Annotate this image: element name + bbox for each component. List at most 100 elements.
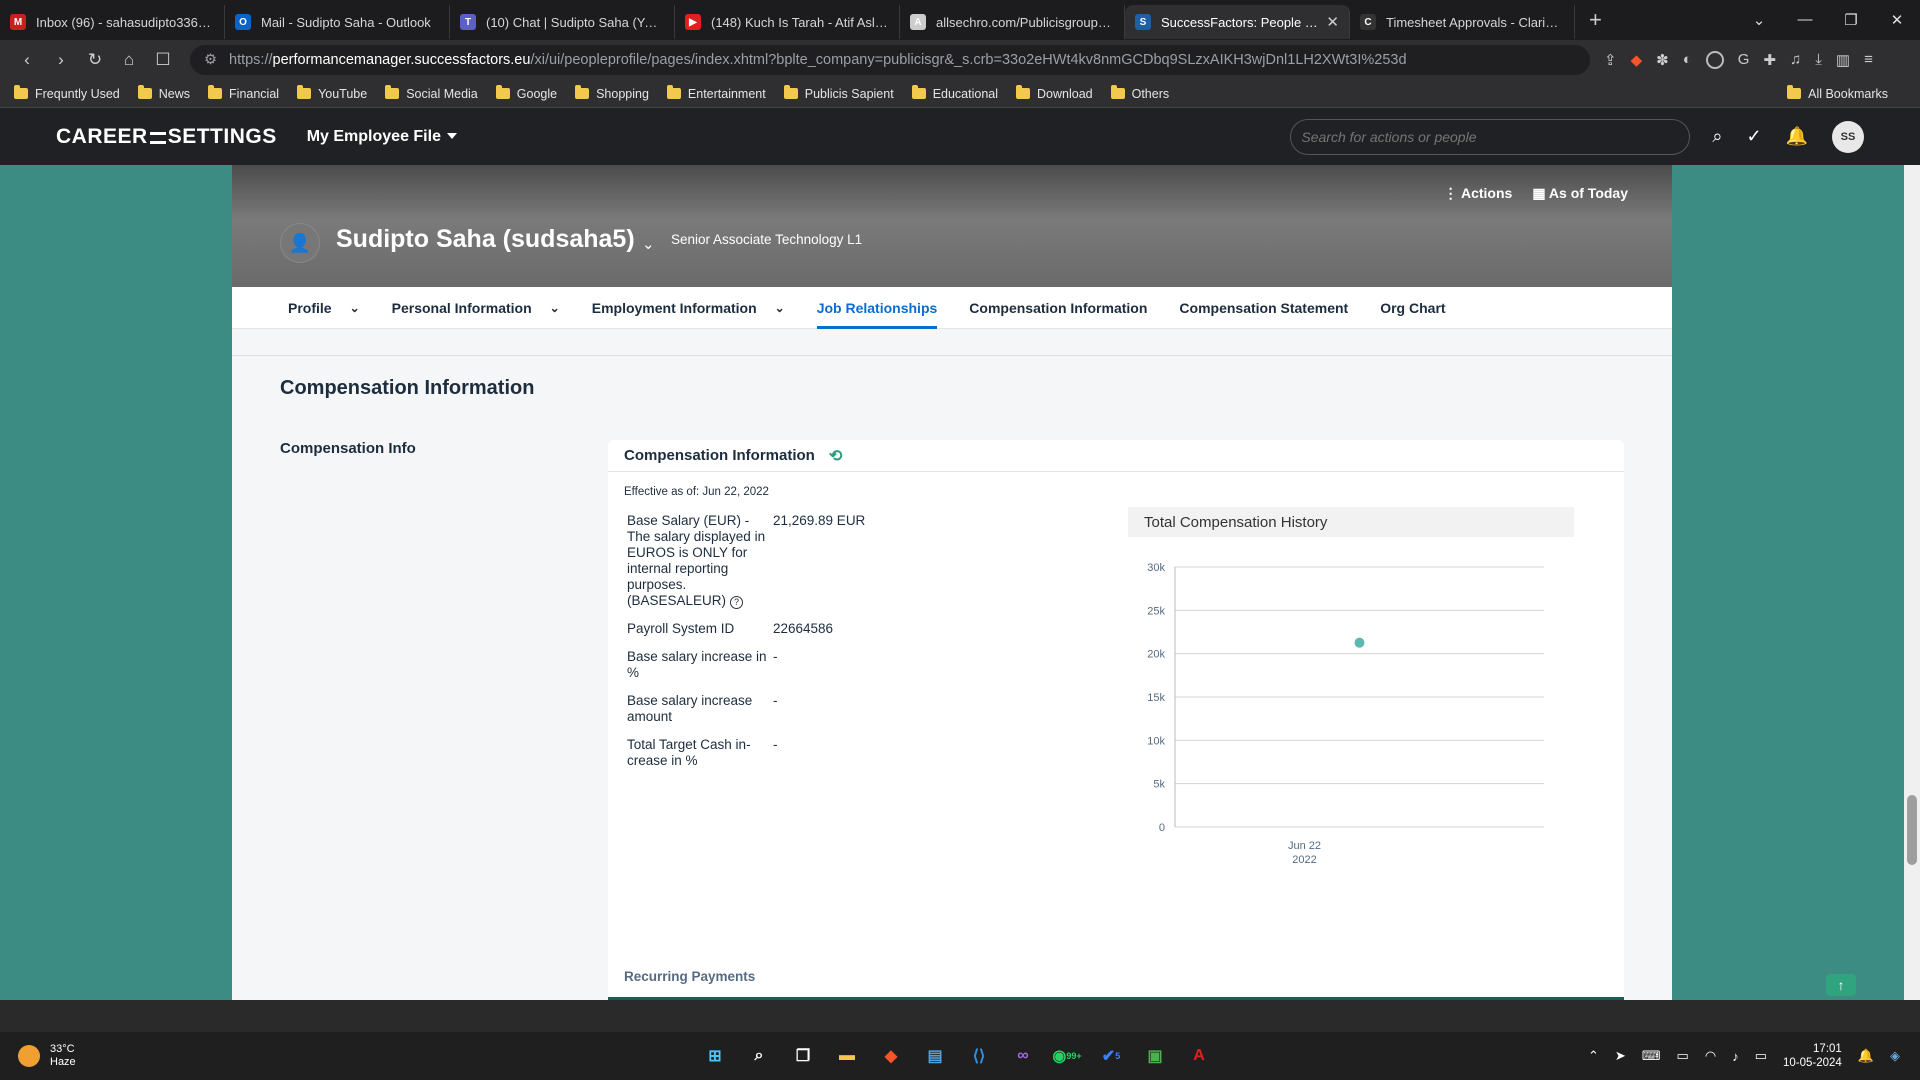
new-tab-button[interactable]: + xyxy=(1575,7,1616,33)
brave-browser-icon[interactable]: ◆ xyxy=(876,1041,906,1071)
browser-tab[interactable]: T (10) Chat | Sudipto Saha (You) | Micr xyxy=(450,5,675,39)
notepad-icon[interactable]: ▤ xyxy=(920,1041,950,1071)
battery-icon[interactable]: ▭ xyxy=(1755,1048,1767,1064)
wifi-icon[interactable]: ◠ xyxy=(1705,1048,1716,1064)
file-explorer-icon[interactable]: ▬ xyxy=(832,1041,862,1071)
bookmark-folder[interactable]: Publicis Sapient xyxy=(783,85,894,101)
profile-tab-employment-information[interactable]: Employment Information ⌄ xyxy=(592,287,785,329)
employee-file-menu[interactable]: My Employee File xyxy=(307,128,457,146)
field-row: Base Salary (EUR) - The salary displayed… xyxy=(627,513,1047,609)
bookmark-folder[interactable]: Social Media xyxy=(385,85,478,101)
back-icon[interactable]: ‹ xyxy=(10,50,44,70)
close-window-icon[interactable]: ✕ xyxy=(1874,11,1920,29)
data-point[interactable] xyxy=(1354,637,1365,648)
search-icon[interactable]: ⌕ xyxy=(1712,126,1722,147)
menu-icon[interactable]: ≡ xyxy=(1864,51,1873,69)
profile-tab-personal-information[interactable]: Personal Information ⌄ xyxy=(392,287,560,329)
media-icon[interactable]: ♫ xyxy=(1790,51,1801,69)
profile-tab-compensation-information[interactable]: Compensation Information xyxy=(969,287,1147,329)
extension-icon[interactable]: ✽ xyxy=(1656,51,1669,69)
actions-button[interactable]: ⋮ Actions xyxy=(1444,185,1513,202)
bookmark-folder[interactable]: YouTube xyxy=(297,85,367,101)
browser-tab[interactable]: Aallsechro.com/Publicisgroupe/comm xyxy=(900,5,1125,39)
taskbar-search-icon[interactable]: ⌕ xyxy=(744,1041,774,1071)
browser-tab[interactable]: C Timesheet Approvals - Clarizen.com xyxy=(1350,5,1575,39)
bookmark-icon[interactable]: ☐ xyxy=(146,50,180,70)
folder-icon xyxy=(137,85,152,99)
notification-bell-icon[interactable]: 🔔 xyxy=(1786,126,1808,147)
windows-start-icon[interactable]: ⊞ xyxy=(700,1041,730,1071)
home-icon[interactable]: ⌂ xyxy=(112,50,146,70)
volume-icon[interactable]: ♪ xyxy=(1732,1049,1739,1064)
location-icon[interactable]: ➤ xyxy=(1615,1048,1626,1064)
keyboard-icon[interactable]: ⌨ xyxy=(1642,1048,1661,1064)
scrollbar-thumb[interactable] xyxy=(1907,795,1917,865)
remote-desktop-icon[interactable]: ▣ xyxy=(1140,1041,1170,1071)
display-icon[interactable]: ▭ xyxy=(1677,1048,1689,1064)
bookmark-folder[interactable]: Educational xyxy=(911,85,998,101)
browser-tab[interactable]: M Inbox (96) - sahasudipto336@gmail xyxy=(0,5,225,39)
field-value: 21,269.89 EUR xyxy=(773,513,866,528)
whatsapp-icon[interactable]: ◉ 99+ xyxy=(1052,1041,1082,1071)
grammarly-icon[interactable]: G xyxy=(1738,51,1750,69)
bookmark-folder[interactable]: Others xyxy=(1110,85,1169,101)
sidebar-icon[interactable]: ▥ xyxy=(1836,51,1850,69)
tab-close-icon[interactable]: ✕ xyxy=(1326,13,1339,31)
profile-tab-profile[interactable]: Profile ⌄ xyxy=(288,287,360,329)
profile-tab-compensation-statement[interactable]: Compensation Statement xyxy=(1179,287,1348,329)
page-scrollbar[interactable] xyxy=(1904,165,1920,1000)
tray-chevron-icon[interactable]: ⌃ xyxy=(1588,1048,1599,1064)
weather-widget[interactable]: 33°C Haze xyxy=(18,1043,76,1069)
brand-logo[interactable]: CAREER SETTINGS xyxy=(56,125,277,149)
y-tick-label: 30k xyxy=(1147,562,1165,574)
bookmark-folder[interactable]: Financial xyxy=(208,85,279,101)
bookmark-folder[interactable]: News xyxy=(137,85,190,101)
todo-icon[interactable]: ✔ 5 xyxy=(1096,1041,1126,1071)
extension-icon-3[interactable] xyxy=(1705,51,1724,69)
notification-icon[interactable]: 🔔 xyxy=(1858,1048,1874,1064)
clock[interactable]: 17:01 10-05-2024 xyxy=(1783,1042,1842,1070)
browser-tab[interactable]: ▶ (148) Kuch Is Tarah - Atif Aslam | xyxy=(675,5,900,39)
browser-tab[interactable]: S SuccessFactors: People Profile ✕ xyxy=(1125,5,1350,39)
url-field[interactable]: ⚙ https://performancemanager.successfact… xyxy=(190,45,1590,75)
site-settings-icon[interactable]: ⚙ xyxy=(204,52,217,68)
profile-tab-job-relationships[interactable]: Job Relationships xyxy=(816,287,937,329)
scroll-to-top-button[interactable]: ↑ xyxy=(1826,974,1856,996)
share-icon[interactable]: ⇪ xyxy=(1604,51,1617,69)
name-chevron-down-icon[interactable]: ⌄ xyxy=(642,235,655,253)
search-input[interactable] xyxy=(1290,118,1691,155)
puzzle-icon[interactable]: ✚ xyxy=(1763,51,1776,69)
download-icon[interactable]: ⤓ xyxy=(1815,51,1822,69)
as-of-date-button[interactable]: ▦ As of Today xyxy=(1532,185,1628,202)
brave-shield-icon[interactable]: ◆ xyxy=(1631,51,1643,69)
field-label: Base salary increase in % xyxy=(627,649,767,680)
bookmark-folder[interactable]: Download xyxy=(1016,85,1093,101)
recurring-payments-heading[interactable]: Recurring Payments xyxy=(624,969,755,984)
help-icon[interactable]: ? xyxy=(730,596,744,609)
task-view-icon[interactable]: ❐ xyxy=(788,1041,818,1071)
visual-studio-icon[interactable]: ∞ xyxy=(1008,1041,1038,1071)
tab-favicon-icon: A xyxy=(910,14,926,30)
forward-icon[interactable]: › xyxy=(44,50,78,70)
extension-icon-2[interactable]: ◐ xyxy=(1683,51,1692,69)
vscode-icon[interactable]: ⟨⟩ xyxy=(964,1041,994,1071)
bookmark-folder[interactable]: Entertainment xyxy=(666,85,766,101)
history-icon[interactable]: ⟲ xyxy=(829,446,842,466)
all-bookmarks[interactable]: All Bookmarks xyxy=(1787,85,1888,101)
tab-search-icon[interactable]: ⌄ xyxy=(1736,11,1782,29)
bookmark-folder[interactable]: Google xyxy=(495,85,557,101)
bookmark-folder[interactable]: Frequntly Used xyxy=(14,85,120,101)
browser-tab[interactable]: O Mail - Sudipto Saha - Outlook xyxy=(225,5,450,39)
copilot-icon[interactable]: ◈ xyxy=(1890,1048,1900,1064)
bookmark-folder[interactable]: Shopping xyxy=(575,85,649,101)
user-avatar[interactable]: SS xyxy=(1832,120,1864,153)
y-tick-label: 25k xyxy=(1147,605,1165,617)
approvals-check-icon[interactable]: ✓ xyxy=(1746,126,1761,147)
app-header: CAREERSETTINGS My Employee File ⌕ ✓ 🔔 SS xyxy=(0,108,1920,165)
profile-tab-org-chart[interactable]: Org Chart xyxy=(1380,287,1445,329)
reload-icon[interactable]: ↻ xyxy=(78,50,112,70)
tab-title: allsechro.com/Publicisgroupe/comm xyxy=(936,14,1114,30)
restore-icon[interactable]: ❐ xyxy=(1828,11,1874,29)
acrobat-icon[interactable]: A xyxy=(1184,1041,1214,1071)
minimize-icon[interactable]: — xyxy=(1782,11,1828,29)
